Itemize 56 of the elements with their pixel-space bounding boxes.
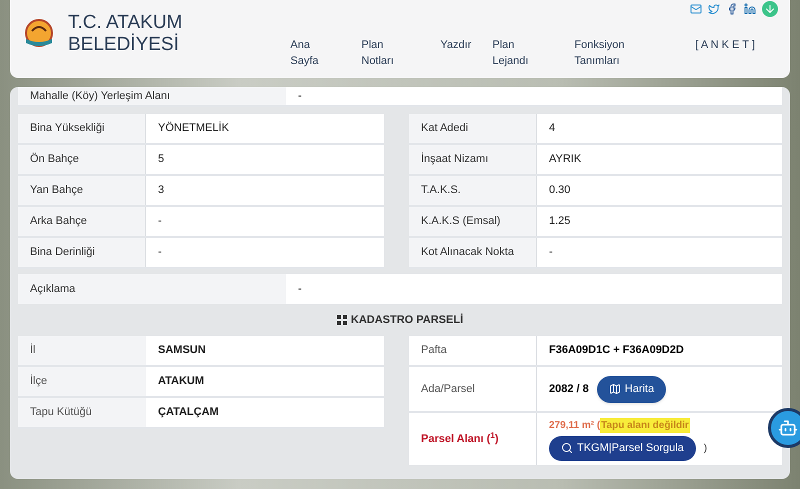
row-label: İlçe	[18, 367, 146, 396]
row-label: İl	[18, 336, 146, 365]
row-value: -	[146, 207, 384, 236]
row-value: YÖNETMELİK	[146, 114, 384, 143]
area-value: 279,11 m² (	[549, 418, 600, 432]
bird-icon[interactable]	[708, 3, 720, 15]
row-value: AYRIK	[537, 145, 782, 174]
row-value: -	[537, 238, 782, 267]
row-value: 3	[146, 176, 384, 205]
map-button[interactable]: Harita	[596, 376, 666, 402]
row-value: -	[146, 238, 384, 267]
map-icon	[608, 383, 621, 395]
row-value: ATAKUM	[146, 367, 384, 396]
row-label: Ada/Parsel	[409, 367, 537, 411]
row-value: F36A09D1C + F36A09D2D	[537, 336, 782, 365]
row-value: 0.30	[537, 176, 782, 205]
nav-link[interactable]: Yazdır	[440, 37, 472, 53]
row-label: Arka Bahçe	[18, 207, 146, 236]
row-value: 5	[146, 145, 384, 174]
row-value: 1.25	[537, 207, 782, 236]
row-label: Kat Adedi	[409, 114, 537, 143]
row-value: -	[286, 274, 782, 304]
row-label: Bina Derinliği	[18, 238, 146, 267]
row-label: Ön Bahçe	[18, 145, 146, 174]
row-value: ÇATALÇAM	[146, 398, 384, 427]
nav-link[interactable]: [ A N K E T ]	[695, 37, 760, 53]
row-label: Açıklama	[18, 274, 286, 304]
parcel-query-button[interactable]: TKGM|Parsel Sorgula	[549, 436, 696, 460]
nav-link[interactable]: Plan Lejandı	[492, 37, 528, 69]
row-label: İnşaat Nizamı	[409, 145, 537, 174]
nav-link[interactable]: Ana Sayfa	[290, 37, 318, 69]
closing-parenthesis: )	[704, 442, 708, 456]
linkedin-icon[interactable]	[744, 3, 756, 15]
row-label: Bina Yüksekliği	[18, 114, 146, 143]
section-title: KADASTRO PARSELİ	[350, 312, 464, 328]
row-label: T.A.K.S.	[409, 176, 537, 205]
search-icon	[561, 442, 573, 454]
municipality-logo-icon	[22, 19, 56, 49]
row-label: Yan Bahçe	[18, 176, 146, 205]
facebook-icon[interactable]	[726, 3, 738, 15]
row-label: Mahalle (Köy) Yerleşim Alanı	[18, 87, 286, 105]
row-value: -	[286, 87, 782, 105]
grid-icon	[336, 315, 347, 325]
row-label: Kot Alınacak Nokta	[409, 238, 537, 267]
row-label: Parsel Alanı ($^{1}$)	[421, 430, 499, 447]
row-value: 4	[537, 114, 782, 143]
row-label: K.A.K.S (Emsal)	[409, 207, 537, 236]
row-value: SAMSUN	[146, 336, 384, 365]
site-title: T.C. ATAKUM BELEDİYESİ	[68, 12, 182, 56]
row-label: Tapu Kütüğü	[18, 398, 146, 427]
nav-link[interactable]: Plan Notları	[361, 37, 394, 69]
email-icon[interactable]	[690, 3, 702, 15]
nav-link[interactable]: Fonksiyon Tanımları	[574, 37, 625, 69]
row-label: Pafta	[409, 336, 537, 365]
area-note: Tapu alanı değildir	[600, 418, 690, 432]
row-value: 2082 / 8	[549, 382, 589, 397]
